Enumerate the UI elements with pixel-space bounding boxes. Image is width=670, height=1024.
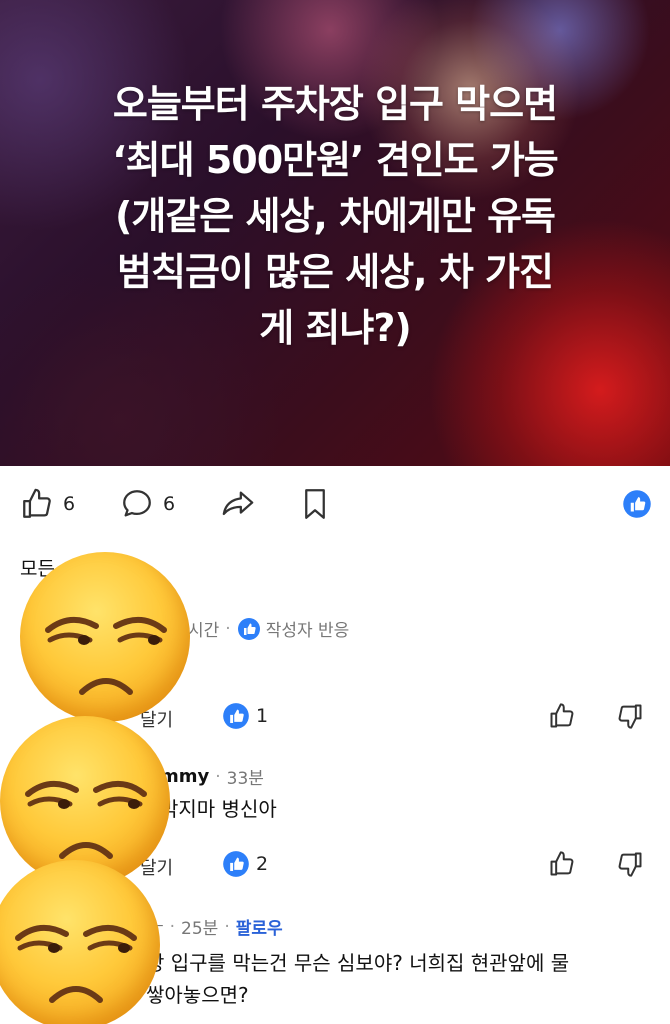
- comment-text-line: 쌓아놓으면?: [146, 983, 249, 1007]
- comment-text: 막지마 병신아: [160, 797, 277, 821]
- thumbs-up-icon[interactable]: [548, 850, 576, 878]
- author-reaction-badge: 작성자 반응: [265, 621, 350, 641]
- thumbs-down-icon[interactable]: [616, 702, 644, 730]
- facebook-like-badge-icon: [237, 617, 260, 640]
- comment-button[interactable]: 6: [120, 482, 175, 526]
- thumbs-down-icon[interactable]: [616, 850, 644, 878]
- comment-time: 33분: [226, 769, 264, 789]
- unamused-face-emoji: [20, 552, 190, 722]
- follow-button[interactable]: 팔로우: [236, 914, 283, 939]
- share-button[interactable]: [220, 482, 256, 526]
- comment-icon: [123, 490, 151, 517]
- reaction-count[interactable]: 2: [222, 850, 268, 878]
- comment-text-line: 장 입구를 막는건 무슨 심보야? 너희집 현관앞에 물: [146, 951, 570, 975]
- comment-meta: ㅜ · 25분 · 팔로우: [148, 914, 283, 940]
- reaction-count[interactable]: 1: [222, 702, 268, 730]
- facebook-like-badge-icon: [223, 703, 249, 729]
- thumbs-up-icon[interactable]: [548, 702, 576, 730]
- share-icon: [222, 491, 254, 516]
- post-image[interactable]: 오늘부터 주차장 입구 막으면 ‘최대 500만원’ 견인도 가능 (개같은 세…: [0, 0, 670, 466]
- post-action-bar: 6 6: [0, 482, 670, 526]
- like-icon: [23, 488, 51, 518]
- bookmark-button[interactable]: [300, 482, 330, 526]
- like-button[interactable]: 6: [20, 482, 75, 526]
- comments-section: 모든 시간 · 작성자 반응 달기 1 mmy · 33분 막지마 병신아 달기…: [0, 540, 670, 1024]
- facebook-like-badge-icon: [223, 851, 249, 877]
- comment-meta: 시간 · 작성자 반응: [188, 616, 349, 641]
- facebook-like-badge-icon: [623, 490, 651, 518]
- like-count: 6: [63, 493, 76, 515]
- bookmark-icon: [305, 489, 325, 519]
- comment-count: 6: [163, 493, 176, 515]
- comment-time: 시간: [188, 621, 220, 641]
- comment-time: 25분: [181, 919, 219, 939]
- post-title: 오늘부터 주차장 입구 막으면 ‘최대 500만원’ 견인도 가능 (개같은 세…: [112, 82, 559, 350]
- comment-meta: mmy · 33분: [160, 766, 264, 789]
- unamused-face-emoji: [0, 860, 160, 1024]
- facebook-reaction-badge[interactable]: [622, 482, 652, 526]
